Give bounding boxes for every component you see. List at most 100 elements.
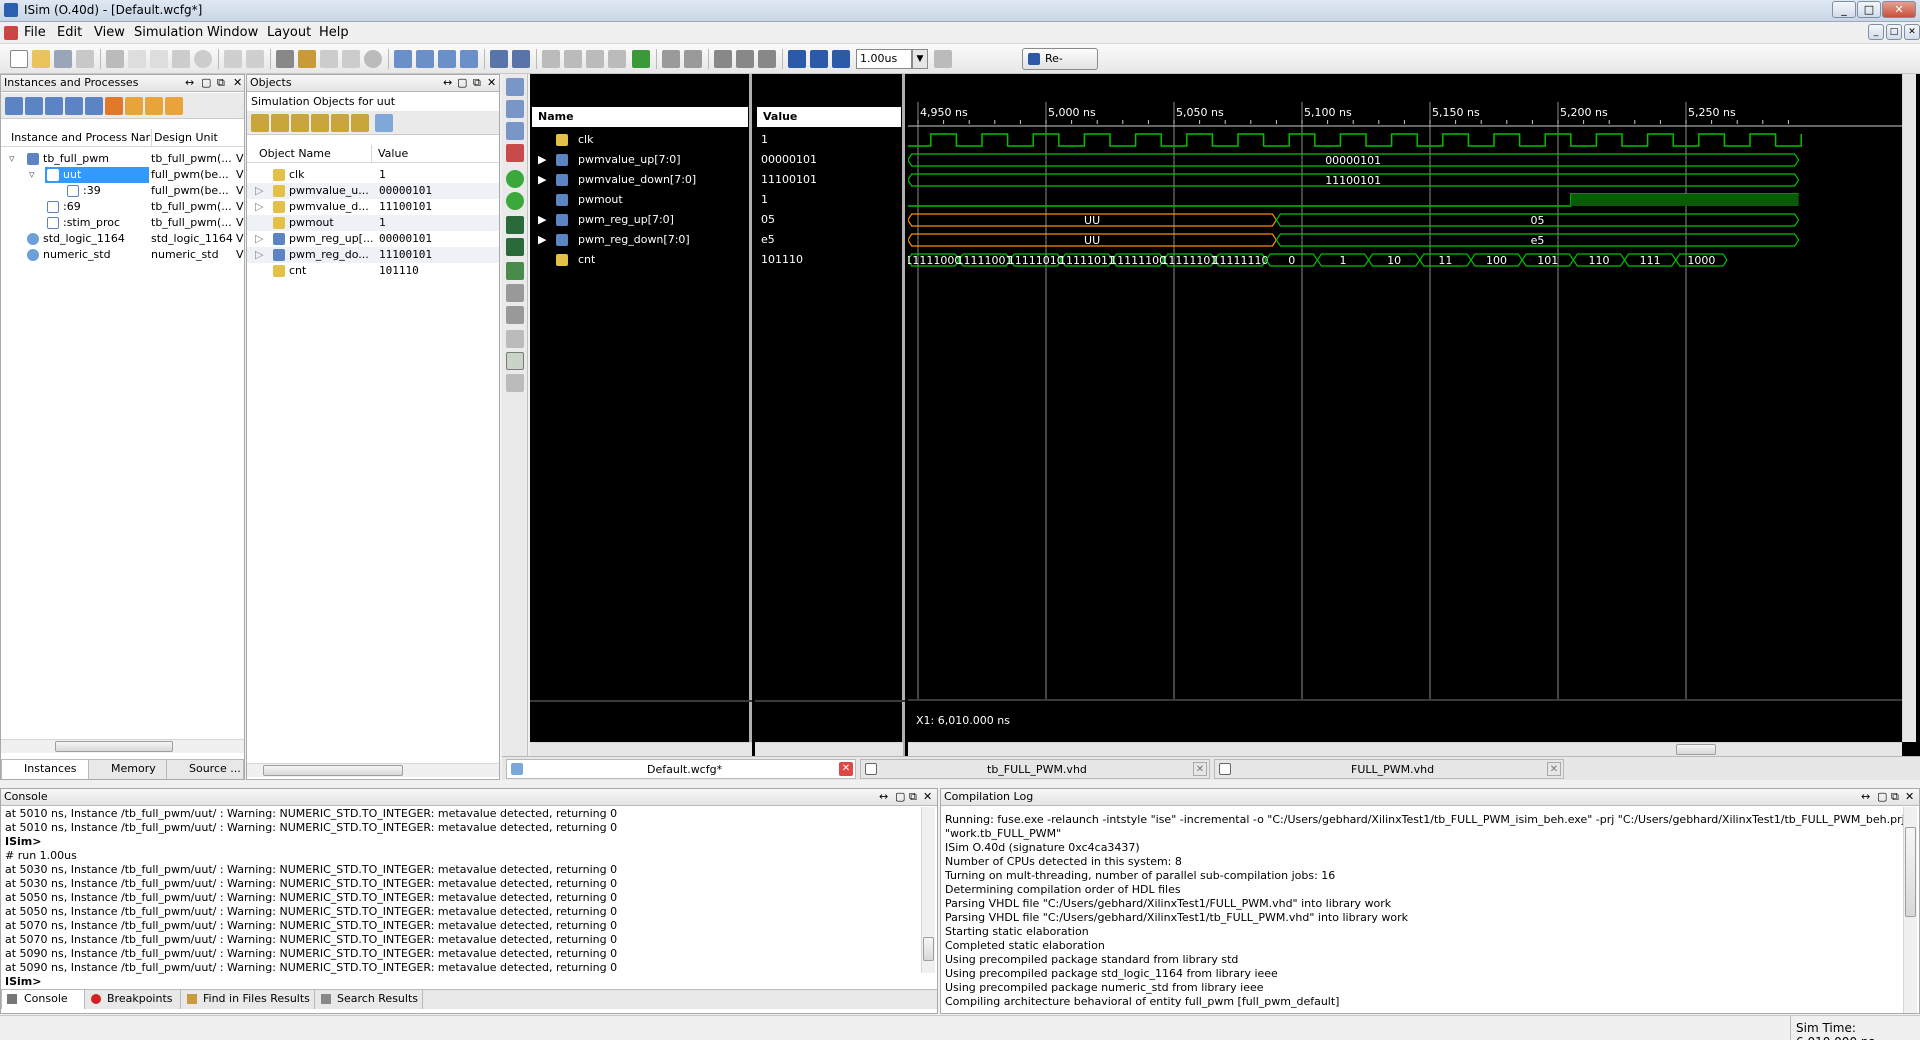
menu-window[interactable]: Window <box>207 25 258 40</box>
previous-transition-icon[interactable] <box>506 216 524 234</box>
object-row[interactable]: ▷ pwm_reg_do... 11100101 <box>247 247 499 263</box>
wave-signal-row[interactable]: clk <box>530 130 750 150</box>
run-all-icon[interactable] <box>810 50 828 68</box>
scroll-thumb[interactable] <box>263 765 403 776</box>
maximize-button[interactable]: □ <box>1857 1 1881 18</box>
find-icon[interactable] <box>276 50 294 68</box>
save-icon[interactable] <box>54 50 72 68</box>
tree-row[interactable]: numeric_std numeric_std V <box>1 247 244 263</box>
wave-hscrollbar[interactable] <box>908 742 1902 756</box>
panel-minimize-icon[interactable]: ▢ <box>201 76 211 90</box>
run-time-input[interactable]: 1.00us <box>856 49 912 69</box>
tab-close-icon[interactable]: ✕ <box>839 762 853 776</box>
filter-variable-icon[interactable] <box>351 114 369 132</box>
floating-ruler-icon[interactable] <box>506 374 524 392</box>
tab-search-results[interactable]: Search Results <box>315 990 423 1009</box>
zoom-in-icon[interactable] <box>542 50 560 68</box>
menu-simulation[interactable]: Simulation <box>134 25 203 40</box>
tab-tb-full-pwm[interactable]: tb_FULL_PWM.vhd ✕ <box>860 759 1210 779</box>
zoom-full-icon[interactable] <box>506 122 524 140</box>
tree-row[interactable]: :stim_proc tb_full_pwm(... V <box>1 215 244 231</box>
step-right-icon[interactable] <box>684 50 702 68</box>
go-to-start-icon[interactable] <box>506 170 524 188</box>
expand-icon[interactable]: ▷ <box>255 183 263 199</box>
tab-memory[interactable]: Memory <box>89 760 167 779</box>
step-icon[interactable] <box>714 50 732 68</box>
tree-row[interactable]: std_logic_1164 std_logic_1164 V <box>1 231 244 247</box>
collapse-icon[interactable]: ▿ <box>9 151 15 167</box>
panel-float-icon[interactable]: ↔ <box>185 76 194 90</box>
new-file-icon[interactable] <box>10 50 28 68</box>
swap-cursors-icon[interactable] <box>506 330 524 348</box>
panel-float-icon[interactable]: ↔ <box>879 790 888 804</box>
scroll-thumb[interactable] <box>1905 827 1916 917</box>
panel-minimize-icon[interactable]: ▢ <box>457 76 467 90</box>
panel-maximize-icon[interactable]: ⧉ <box>1891 790 1899 804</box>
next-transition-icon[interactable] <box>506 238 524 256</box>
collapse-icon[interactable]: ▿ <box>29 167 35 183</box>
panel-maximize-icon[interactable]: ⧉ <box>217 76 225 90</box>
object-row[interactable]: clk 1 <box>247 167 499 183</box>
instance-tool-4-icon[interactable] <box>65 97 83 115</box>
tree-row[interactable]: ▿ tb_full_pwm tb_full_pwm(... V <box>1 151 244 167</box>
paste-icon[interactable] <box>150 50 168 68</box>
object-row[interactable]: cnt 101110 <box>247 263 499 279</box>
zoom-in-wave-icon[interactable] <box>506 78 524 96</box>
wave-signal-row[interactable]: ▶ pwm_reg_down[7:0] <box>530 230 750 250</box>
panel-float-icon[interactable]: ↔ <box>1861 790 1870 804</box>
wrench-icon[interactable] <box>490 50 508 68</box>
wave-signal-row[interactable]: ▶ pwmvalue_up[7:0] <box>530 150 750 170</box>
restart-icon[interactable] <box>788 50 806 68</box>
window-icon[interactable] <box>460 50 478 68</box>
open-folder-icon[interactable] <box>32 50 50 68</box>
wave-signal-row[interactable]: cnt <box>530 250 750 270</box>
wave-signal-row[interactable]: pwmout <box>530 190 750 210</box>
tile-vertical-icon[interactable] <box>438 50 456 68</box>
zoom-cursor-wave-icon[interactable] <box>506 144 524 162</box>
instance-tool-8-icon[interactable] <box>145 97 163 115</box>
instances-hscrollbar[interactable] <box>1 739 244 753</box>
expand-bus-icon[interactable]: ▶ <box>538 170 546 190</box>
tab-close-icon[interactable]: ✕ <box>1193 762 1207 776</box>
panel-maximize-icon[interactable]: ⧉ <box>909 790 917 804</box>
step-over-icon[interactable] <box>736 50 754 68</box>
tab-full-pwm[interactable]: FULL_PWM.vhd ✕ <box>1214 759 1564 779</box>
filter-constant-icon[interactable] <box>331 114 349 132</box>
name-hscrollbar[interactable] <box>530 742 752 756</box>
object-row[interactable]: ▷ pwm_reg_up[... 00000101 <box>247 231 499 247</box>
delete-icon[interactable] <box>172 50 190 68</box>
redo-icon[interactable] <box>246 50 264 68</box>
menu-layout[interactable]: Layout <box>267 25 311 40</box>
panel-maximize-icon[interactable]: ⧉ <box>473 76 481 90</box>
panel-close-icon[interactable]: ✕ <box>233 76 242 90</box>
wave-vscrollbar[interactable] <box>1902 74 1916 742</box>
compilation-log-output[interactable]: Running: fuse.exe -relaunch -intstyle "i… <box>941 813 1903 1011</box>
panel-minimize-icon[interactable]: ▢ <box>1877 790 1887 804</box>
panel-minimize-icon[interactable]: ▢ <box>895 790 905 804</box>
instance-tool-5-icon[interactable] <box>85 97 103 115</box>
menu-help[interactable]: Help <box>319 25 349 40</box>
panel-close-icon[interactable]: ✕ <box>1905 790 1914 804</box>
expand-icon[interactable]: ▷ <box>255 231 263 247</box>
menu-edit[interactable]: Edit <box>57 25 82 40</box>
panel-close-icon[interactable]: ✕ <box>487 76 496 90</box>
cut-icon[interactable] <box>106 50 124 68</box>
settings-icon[interactable] <box>375 114 393 132</box>
value-hscrollbar[interactable] <box>755 742 903 756</box>
instance-tool-9-icon[interactable] <box>165 97 183 115</box>
tab-default-wcfg[interactable]: Default.wcfg* ✕ <box>506 759 856 779</box>
zoom-out-icon[interactable] <box>564 50 582 68</box>
filter-input-icon[interactable] <box>251 114 269 132</box>
mdi-close-button[interactable]: ✕ <box>1904 24 1920 40</box>
instance-tool-6-icon[interactable] <box>105 97 123 115</box>
filter-output-icon[interactable] <box>271 114 289 132</box>
log-vscrollbar[interactable] <box>1903 807 1917 1013</box>
go-to-end-icon[interactable] <box>506 192 524 210</box>
tree-row[interactable]: ▿ uut full_pwm(be... V <box>1 167 244 183</box>
objects-hscrollbar[interactable] <box>247 763 499 777</box>
scroll-thumb[interactable] <box>923 937 934 961</box>
panel-float-icon[interactable]: ↔ <box>443 76 452 90</box>
next-marker-icon[interactable] <box>506 306 524 324</box>
filter-internal-icon[interactable] <box>311 114 329 132</box>
close-button[interactable]: ✕ <box>1882 1 1916 18</box>
